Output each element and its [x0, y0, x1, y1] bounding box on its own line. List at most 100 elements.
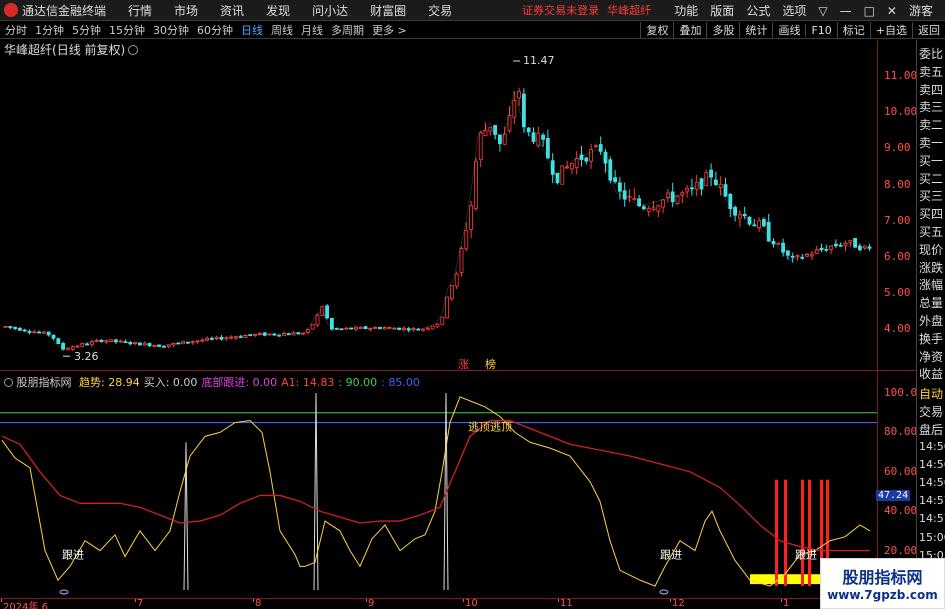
hot-list-tag[interactable]: 榜 — [485, 357, 496, 370]
tf-more[interactable]: 更多 > — [372, 22, 407, 38]
tool-draw[interactable]: 画线 — [772, 22, 805, 38]
candle-body — [224, 337, 229, 340]
price-axis-label: 10.00 — [884, 105, 918, 119]
follow-label: 跟进 — [660, 549, 682, 562]
menu-news[interactable]: 资讯 — [220, 2, 244, 19]
tool-multistock[interactable]: 多股 — [706, 22, 739, 38]
limit-up-tag[interactable]: 涨 — [458, 358, 469, 370]
menu-ask[interactable]: 问小达 — [312, 2, 348, 19]
price-axis-label: 11.00 — [884, 69, 918, 82]
menu-layout[interactable]: 版面 — [710, 2, 734, 19]
sidebar-quote-item[interactable]: 委比 — [919, 45, 943, 62]
candle-body — [310, 323, 315, 330]
sidebar-quote-item[interactable]: 卖一 — [919, 134, 943, 151]
sidebar-quote-item[interactable]: 买二 — [919, 170, 943, 187]
maximize-icon[interactable]: □ — [864, 4, 875, 18]
close-icon[interactable]: ✕ — [887, 4, 897, 18]
candle-body — [704, 171, 709, 186]
menu-formula[interactable]: 公式 — [746, 2, 770, 19]
candle-body — [810, 254, 814, 257]
date-axis: 2024年 6 7 8 9 10 11 12 1 — [0, 598, 916, 609]
tf-monthly[interactable]: 月线 — [301, 22, 323, 38]
menu-wealth[interactable]: 财富圈 — [370, 2, 406, 19]
tool-overlay[interactable]: 叠加 — [673, 22, 706, 38]
candle-body — [618, 182, 622, 192]
buy-signal-bar — [775, 479, 778, 587]
sidebar-quote-item[interactable]: 买四 — [919, 205, 943, 222]
tool-adjust[interactable]: 复权 — [640, 22, 673, 38]
candle-body — [867, 246, 872, 249]
tf-30min[interactable]: 30分钟 — [153, 22, 189, 38]
candle-body — [584, 157, 589, 162]
indicator-axis-label: 60.00 — [884, 464, 918, 478]
sidebar-quote-item[interactable]: 买三 — [919, 187, 943, 204]
candle-body — [762, 219, 766, 227]
menu-trade[interactable]: 交易 — [428, 2, 452, 19]
tf-daily[interactable]: 日线 — [241, 22, 263, 38]
candle-body — [642, 206, 646, 210]
tool-stats[interactable]: 统计 — [739, 22, 772, 38]
candle-body — [646, 208, 651, 212]
candlestick-chart[interactable]: 11.47 3.26 涨 榜 — [0, 40, 877, 370]
date-axis-label: 12 — [672, 598, 685, 609]
tf-1min[interactable]: 1分钟 — [35, 22, 64, 38]
minimize-icon[interactable]: — — [840, 4, 852, 18]
indicator-chart[interactable]: 逃顶逃顶跟进 跟进 跟进 — [0, 371, 877, 598]
candle-body — [315, 314, 320, 326]
sidebar-quote-item[interactable]: 卖五 — [919, 63, 943, 80]
watermark-url: www.7gpzb.com — [827, 588, 938, 602]
candle-body — [66, 348, 70, 351]
sidebar-quote-item[interactable]: 买五 — [919, 223, 943, 240]
sidebar-quote-item[interactable]: 买一 — [919, 152, 943, 169]
candle-body — [570, 163, 574, 170]
candle-body — [546, 137, 550, 159]
candle-body — [190, 341, 195, 344]
tf-weekly[interactable]: 周线 — [271, 22, 293, 38]
sidebar-time-item: 14:56 — [919, 457, 945, 471]
sidebar-quote-item[interactable]: 换手 — [919, 330, 943, 347]
sidebar-quote-item[interactable]: 现价 — [919, 241, 943, 258]
dropdown-icon[interactable]: ▽ — [818, 4, 827, 18]
menu-discover[interactable]: 发现 — [266, 2, 290, 19]
sidebar-quote-item[interactable]: 总量 — [919, 294, 943, 311]
menu-quotes[interactable]: 行情 — [128, 2, 152, 19]
candle-body — [512, 100, 517, 118]
candle-body — [478, 132, 483, 161]
menu-market[interactable]: 市场 — [174, 2, 198, 19]
sidebar-quote-item[interactable]: 涨幅 — [919, 276, 943, 293]
tf-60min[interactable]: 60分钟 — [197, 22, 233, 38]
sidebar-time-item: 盘后 — [919, 423, 944, 438]
tool-f10[interactable]: F10 — [805, 23, 836, 37]
candle-body — [666, 192, 670, 198]
tool-add-watchlist[interactable]: +自选 — [869, 22, 912, 38]
sidebar-quote-item[interactable]: 外盘 — [919, 312, 943, 329]
candle-body — [709, 169, 713, 178]
price-trace — [3, 90, 869, 349]
menu-function[interactable]: 功能 — [674, 2, 698, 19]
tool-back[interactable]: 返回 — [912, 22, 945, 38]
sidebar-quote-item[interactable]: 净资 — [919, 348, 943, 365]
tf-15min[interactable]: 15分钟 — [109, 22, 145, 38]
menu-bar: 通达信金融终端 行情 市场 资讯 发现 问小达 财富圈 交易 证券交易未登录 华… — [0, 0, 945, 21]
sidebar-quote-item[interactable]: 涨跌 — [919, 259, 943, 276]
price-axis-label: 9.00 — [884, 141, 911, 155]
follow-label: 跟进 — [795, 549, 817, 562]
date-axis-tick — [366, 599, 367, 602]
guest-label[interactable]: 游客 — [909, 2, 933, 19]
menu-options[interactable]: 选项 — [782, 2, 806, 19]
candle-body — [790, 255, 795, 258]
tf-multi[interactable]: 多周期 — [331, 22, 364, 38]
candle-body — [464, 229, 469, 250]
tool-mark[interactable]: 标记 — [836, 22, 870, 38]
candle-body — [776, 242, 781, 245]
tf-intraday[interactable]: 分时 — [5, 22, 27, 38]
candle-body — [238, 336, 243, 339]
tf-5min[interactable]: 5分钟 — [72, 22, 101, 38]
sidebar-quote-item[interactable]: 收益 — [919, 365, 943, 382]
sidebar-quote-item[interactable]: 卖四 — [919, 81, 943, 98]
price-axis-label: 7.00 — [884, 213, 911, 227]
sidebar-quote-item[interactable]: 卖三 — [919, 98, 943, 115]
login-notice[interactable]: 证券交易未登录 — [522, 2, 599, 18]
candle-body — [632, 198, 637, 201]
sidebar-quote-item[interactable]: 卖二 — [919, 116, 943, 133]
